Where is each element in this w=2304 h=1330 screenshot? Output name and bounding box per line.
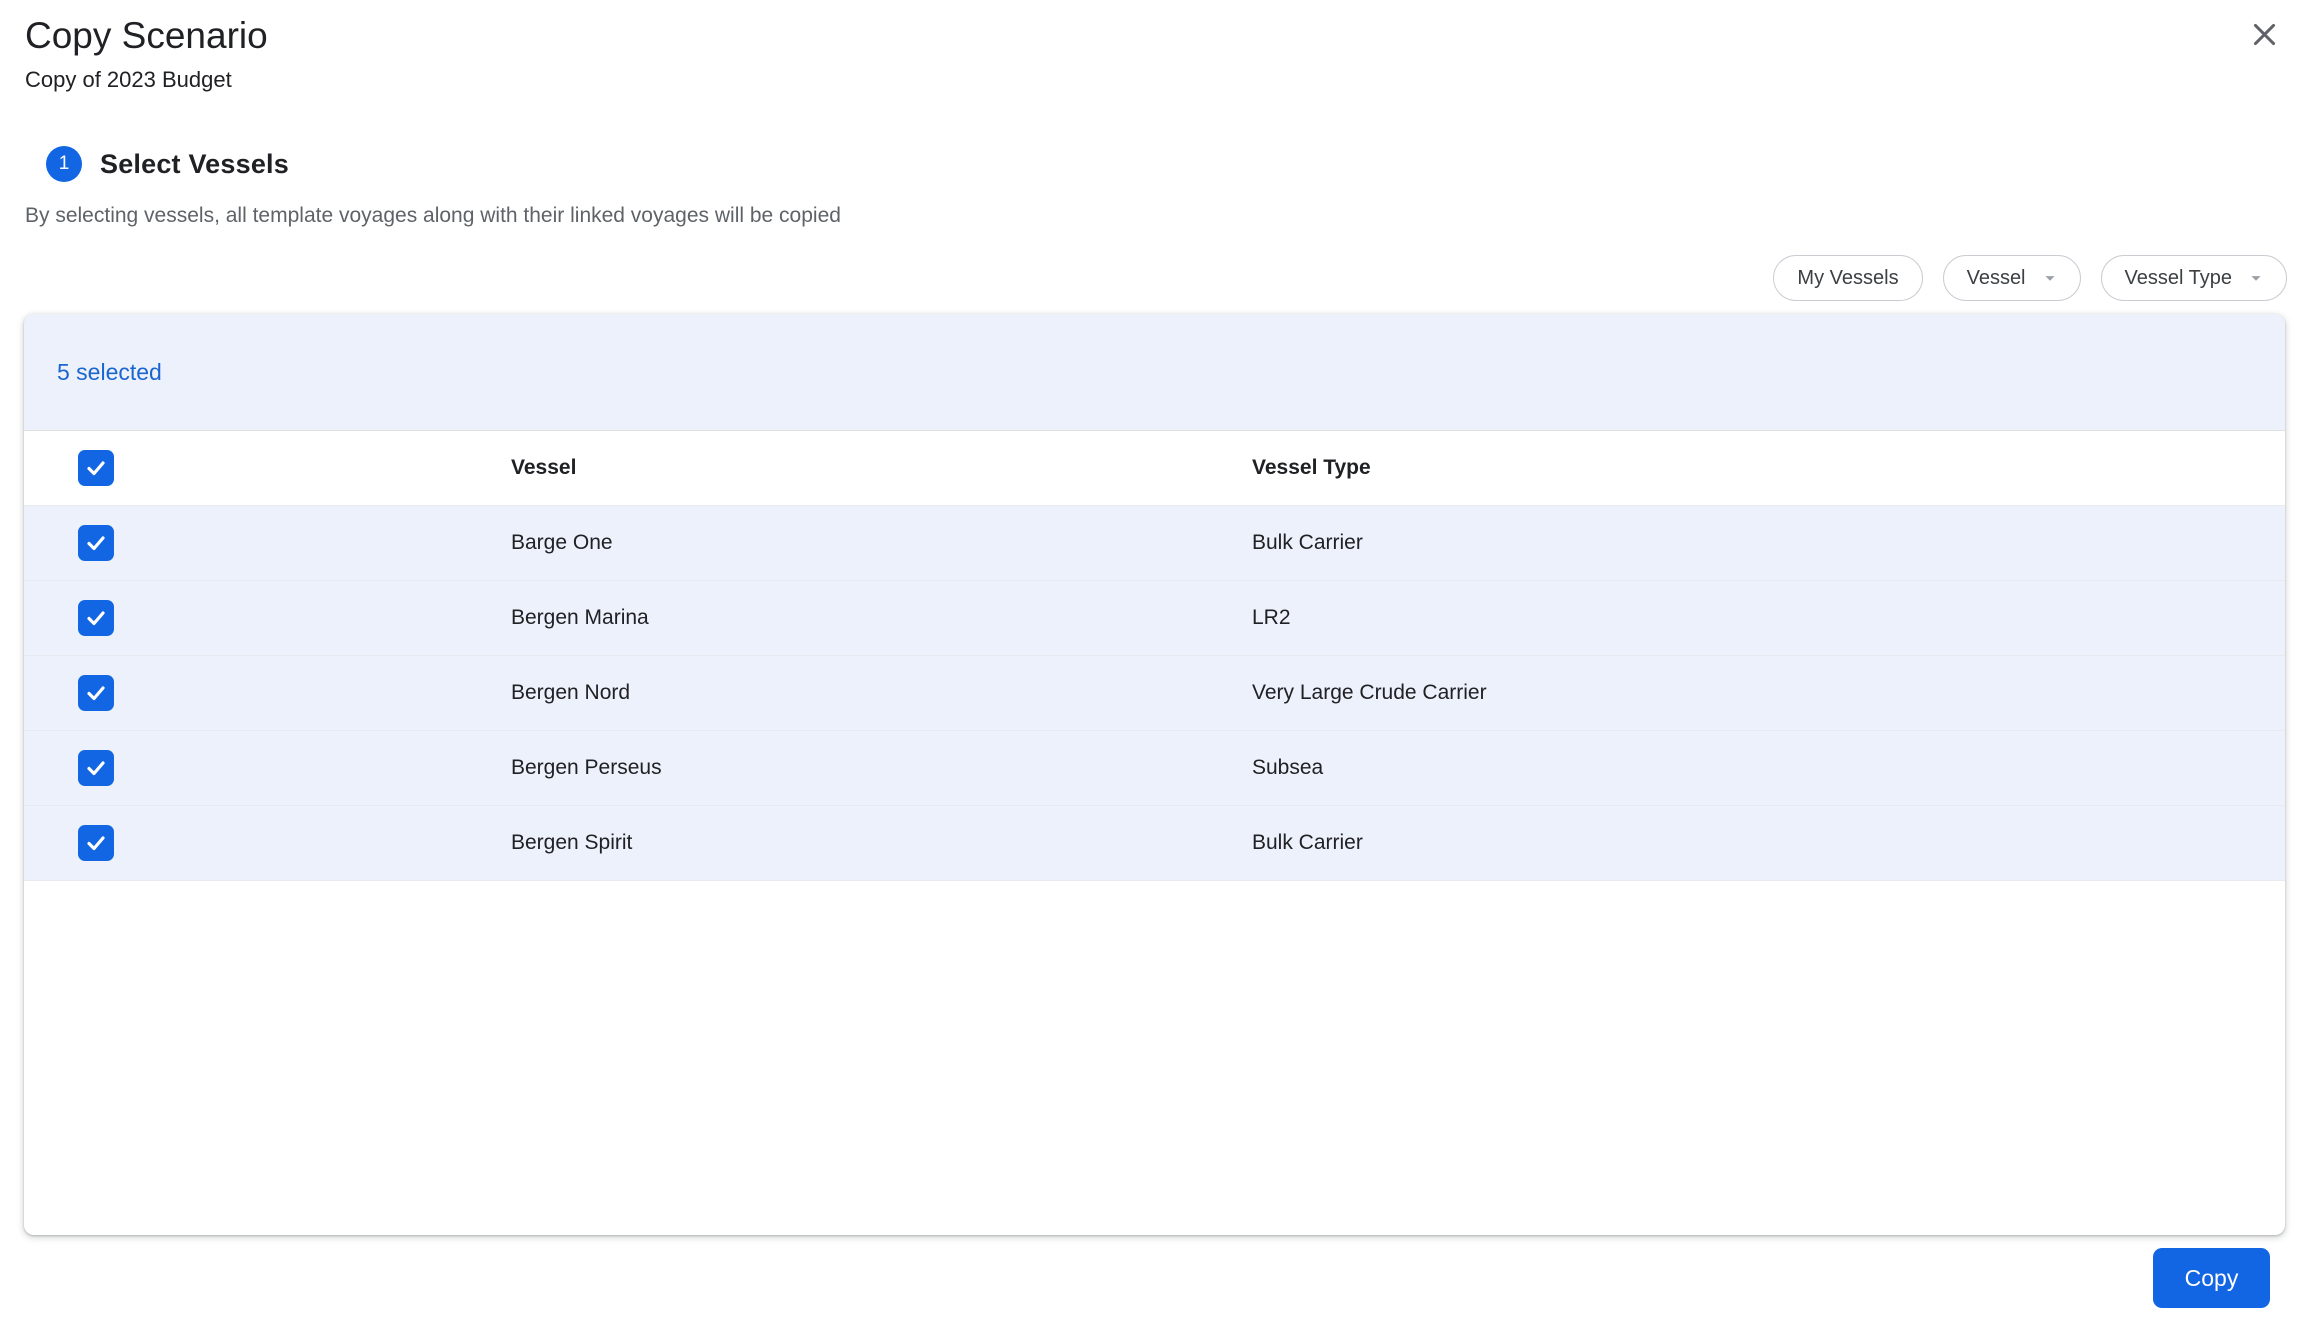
- table-header-row: Vessel Vessel Type: [24, 431, 2285, 506]
- column-header-vessel: Vessel: [511, 456, 577, 479]
- row-checkbox-checked[interactable]: [78, 525, 114, 561]
- page-title: Copy Scenario: [25, 15, 268, 56]
- close-icon: [2249, 19, 2280, 50]
- selection-summary-bar: 5 selected: [24, 314, 2285, 431]
- copy-button[interactable]: Copy: [2153, 1248, 2270, 1308]
- vessel-type-cell: LR2: [1252, 606, 1291, 629]
- filter-bar: My Vessels Vessel Vessel Type: [0, 255, 2287, 301]
- table-row[interactable]: Bergen Nord Very Large Crude Carrier: [24, 656, 2285, 731]
- dialog-header: Copy Scenario Copy of 2023 Budget: [0, 0, 2304, 93]
- vessel-table-body: Barge One Bulk Carrier Bergen Marina LR2: [24, 506, 2285, 881]
- row-checkbox-checked[interactable]: [78, 750, 114, 786]
- table-row[interactable]: Bergen Spirit Bulk Carrier: [24, 806, 2285, 881]
- chevron-down-icon: [2039, 267, 2061, 289]
- chevron-down-icon: [2245, 267, 2267, 289]
- vessel-type-cell: Bulk Carrier: [1252, 531, 1363, 554]
- vessel-filter-dropdown[interactable]: Vessel: [1942, 255, 2081, 301]
- column-header-vessel-type: Vessel Type: [1252, 456, 1371, 479]
- step-number-badge: 1: [46, 146, 82, 182]
- vessel-name-cell: Bergen Marina: [511, 606, 649, 629]
- step-title: Select Vessels: [100, 148, 289, 179]
- close-button[interactable]: [2242, 12, 2286, 56]
- vessel-name-cell: Bergen Nord: [511, 681, 631, 704]
- copy-scenario-dialog: Copy Scenario Copy of 2023 Budget 1 Sele…: [0, 0, 2304, 1308]
- vessel-type-cell: Bulk Carrier: [1252, 831, 1363, 854]
- selected-count-label: 5 selected: [57, 358, 162, 385]
- step-description: By selecting vessels, all template voyag…: [25, 204, 841, 227]
- vessel-type-cell: Subsea: [1252, 756, 1324, 779]
- vessel-table-card: 5 selected Vessel Vessel Type Barge One …: [24, 314, 2285, 1235]
- row-checkbox-checked[interactable]: [78, 600, 114, 636]
- vessel-filter-label: Vessel: [1966, 266, 2026, 289]
- scenario-subtitle: Copy of 2023 Budget: [25, 67, 232, 92]
- table-row[interactable]: Bergen Perseus Subsea: [24, 731, 2285, 806]
- row-checkbox-checked[interactable]: [78, 675, 114, 711]
- vessel-type-cell: Very Large Crude Carrier: [1252, 681, 1487, 704]
- step-heading: 1 Select Vessels: [46, 146, 2304, 182]
- my-vessels-filter-button[interactable]: My Vessels: [1773, 255, 1923, 301]
- vessel-type-filter-dropdown[interactable]: Vessel Type: [2100, 255, 2287, 301]
- table-row[interactable]: Barge One Bulk Carrier: [24, 506, 2285, 581]
- vessel-name-cell: Bergen Spirit: [511, 831, 633, 854]
- vessel-name-cell: Bergen Perseus: [511, 756, 662, 779]
- select-all-checkbox-checked[interactable]: [78, 450, 114, 486]
- table-row[interactable]: Bergen Marina LR2: [24, 581, 2285, 656]
- row-checkbox-checked[interactable]: [78, 825, 114, 861]
- my-vessels-filter-label: My Vessels: [1797, 266, 1899, 289]
- vessel-name-cell: Barge One: [511, 531, 613, 554]
- vessel-type-filter-label: Vessel Type: [2124, 266, 2232, 289]
